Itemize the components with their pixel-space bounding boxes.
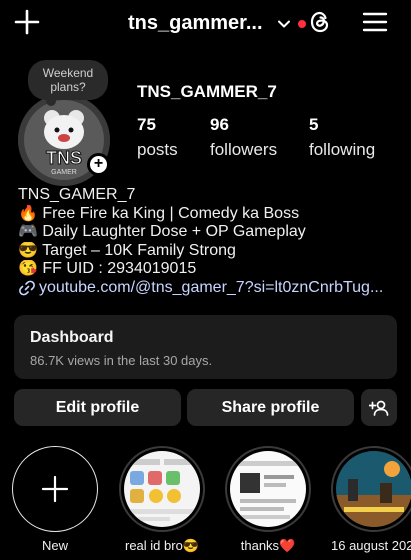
top-bar: tns_gammer... xyxy=(0,0,411,46)
username-title: tns_gammer... xyxy=(128,12,263,34)
bio-line: 🎮 Daily Laughter Dose + OP Gameplay xyxy=(18,223,306,240)
highlight-item[interactable]: thanks❤️ xyxy=(225,446,311,554)
create-plus-icon[interactable] xyxy=(14,9,40,35)
stat-value: 96 xyxy=(210,115,229,134)
stat-following[interactable]: 5 following xyxy=(309,115,375,160)
highlight-label: thanks❤️ xyxy=(240,538,296,553)
stat-label: following xyxy=(309,140,376,159)
highlight-cover xyxy=(225,446,311,532)
bio-line: 😘 FF UID : 2934019015 xyxy=(18,260,197,277)
stat-followers[interactable]: 96 followers xyxy=(210,115,277,160)
note-bubble[interactable]: Weekend plans? xyxy=(28,60,108,106)
svg-text:TNS: TNS xyxy=(46,148,82,168)
account-switcher[interactable]: tns_gammer... xyxy=(128,12,306,35)
plus-icon xyxy=(41,475,69,503)
add-user-icon xyxy=(369,400,389,416)
discover-people-button[interactable] xyxy=(361,389,397,426)
svg-text:GAMER: GAMER xyxy=(51,169,77,176)
profile-display-name: TNS_GAMMER_7 xyxy=(137,82,277,101)
bio-link-text: youtube.com/@tns_gamer_7?si=lt0znCnrbTug… xyxy=(39,278,384,296)
highlight-label: New xyxy=(41,538,68,553)
highlight-new[interactable]: New xyxy=(12,446,98,553)
highlight-item[interactable]: 16 august 2025 xyxy=(331,446,411,553)
threads-icon[interactable] xyxy=(307,9,333,35)
add-story-plus-icon[interactable]: + xyxy=(87,153,110,176)
highlight-label: 16 august 2025 xyxy=(331,538,411,553)
chevron-down-icon xyxy=(277,20,290,27)
dashboard-subtitle: 86.7K views in the last 30 days. xyxy=(30,353,213,368)
stat-label: followers xyxy=(210,140,278,159)
stat-value: 5 xyxy=(309,115,319,134)
highlight-cover xyxy=(331,446,411,532)
bio-link[interactable]: youtube.com/@tns_gamer_7?si=lt0znCnrbTug… xyxy=(18,279,403,298)
notification-dot xyxy=(297,19,306,28)
highlight-cover xyxy=(12,446,98,532)
dashboard-title: Dashboard xyxy=(30,329,114,346)
professional-dashboard[interactable]: Dashboard 86.7K views in the last 30 day… xyxy=(14,315,397,379)
bio-line: 🔥 Free Fire ka King | Comedy ka Boss xyxy=(18,204,300,222)
menu-icon[interactable] xyxy=(362,9,388,35)
bio: TNS_GAMER_7 🔥 Free Fire ka King | Comedy… xyxy=(18,186,403,297)
stat-posts[interactable]: 75 posts xyxy=(137,115,178,160)
share-profile-button[interactable]: Share profile xyxy=(187,389,354,426)
stat-value: 75 xyxy=(137,115,156,134)
highlight-label: real id bro😎 xyxy=(125,538,199,553)
bio-line: 😎 Target – 10K Family Strong xyxy=(18,241,236,259)
highlight-cover xyxy=(119,446,205,532)
highlight-item[interactable]: real id bro😎 xyxy=(119,446,205,554)
bio-name: TNS_GAMER_7 xyxy=(18,186,136,203)
link-icon xyxy=(19,280,35,296)
stat-label: posts xyxy=(137,140,178,159)
edit-profile-button[interactable]: Edit profile xyxy=(14,389,181,426)
